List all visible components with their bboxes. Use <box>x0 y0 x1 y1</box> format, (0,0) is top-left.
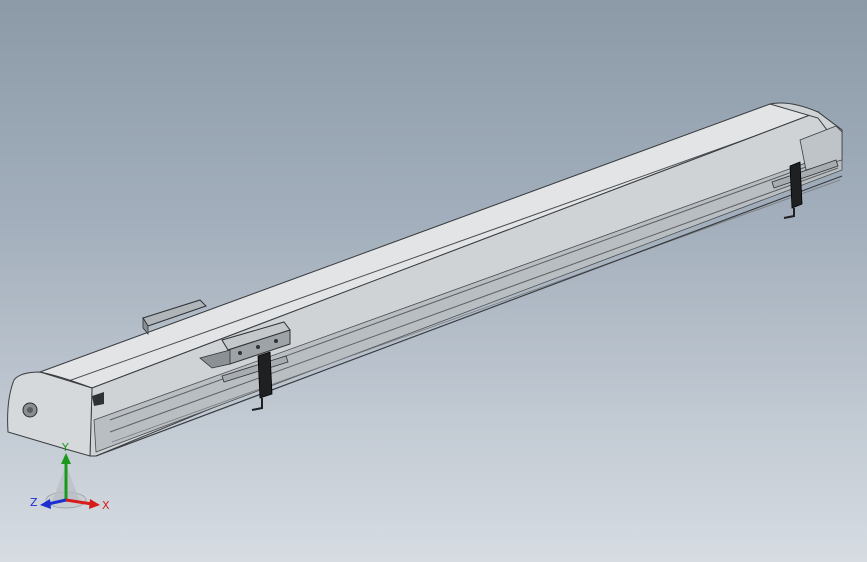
view-orientation-triad[interactable]: Y X Z <box>28 440 118 520</box>
bracket-bolt-1 <box>238 351 242 355</box>
motor-shaft-hole-inner <box>27 407 33 413</box>
left-sensor-hook <box>251 398 263 411</box>
rail-top-face <box>38 103 820 389</box>
x-axis-label: X <box>102 499 110 512</box>
x-axis-arrow <box>89 499 100 509</box>
z-axis-arrow <box>40 499 51 509</box>
rail-slot-line-1 <box>109 155 837 421</box>
linear-module-model[interactable] <box>0 0 867 562</box>
right-sensor-hook <box>783 208 795 219</box>
right-sensor-clamp <box>789 161 803 209</box>
bracket-bolt-2 <box>256 345 260 349</box>
bracket-bolt-3 <box>274 339 278 343</box>
rail-slot-line-2 <box>109 167 839 433</box>
y-axis-arrow <box>61 453 71 464</box>
rail-side-lower <box>93 149 843 453</box>
cad-viewport[interactable]: Y X Z <box>0 0 867 562</box>
left-sensor-clamp <box>257 351 273 399</box>
rail-top-line-1 <box>59 119 801 385</box>
z-axis-label: Z <box>30 496 38 509</box>
y-axis-label: Y <box>61 441 69 454</box>
